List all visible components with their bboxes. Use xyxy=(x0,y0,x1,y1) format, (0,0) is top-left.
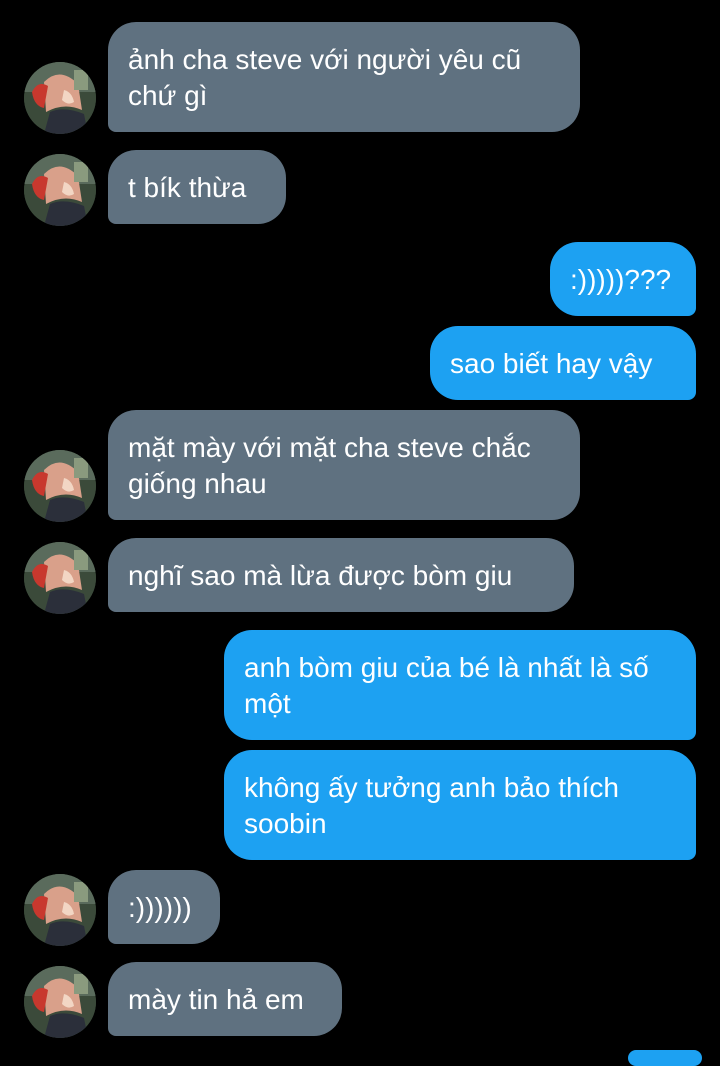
sent-message[interactable]: anh bòm giu của bé là nhất là số một xyxy=(224,630,696,740)
contact-avatar[interactable] xyxy=(24,154,96,226)
contact-avatar[interactable] xyxy=(24,966,96,1038)
anime-character-avatar-icon xyxy=(24,450,96,522)
sent-message[interactable]: :)))))??? xyxy=(550,242,696,316)
received-message[interactable]: nghĩ sao mà lừa được bòm giu xyxy=(108,538,574,612)
contact-avatar[interactable] xyxy=(24,542,96,614)
contact-avatar[interactable] xyxy=(24,450,96,522)
received-message[interactable]: ảnh cha steve với người yêu cũ chứ gì xyxy=(108,22,580,132)
received-message[interactable]: mặt mày với mặt cha steve chắc giống nha… xyxy=(108,410,580,520)
contact-avatar[interactable] xyxy=(24,62,96,134)
anime-character-avatar-icon xyxy=(24,154,96,226)
anime-character-avatar-icon xyxy=(24,874,96,946)
anime-character-avatar-icon xyxy=(24,62,96,134)
contact-avatar[interactable] xyxy=(24,874,96,946)
received-message[interactable]: mày tin hả em xyxy=(108,962,342,1036)
sent-message-partial[interactable] xyxy=(628,1050,702,1066)
anime-character-avatar-icon xyxy=(24,542,96,614)
sent-message[interactable]: sao biết hay vậy xyxy=(430,326,696,400)
received-message[interactable]: :)))))) xyxy=(108,870,220,944)
sent-message[interactable]: không ấy tưởng anh bảo thích soobin xyxy=(224,750,696,860)
anime-character-avatar-icon xyxy=(24,966,96,1038)
received-message[interactable]: t bík thừa xyxy=(108,150,286,224)
